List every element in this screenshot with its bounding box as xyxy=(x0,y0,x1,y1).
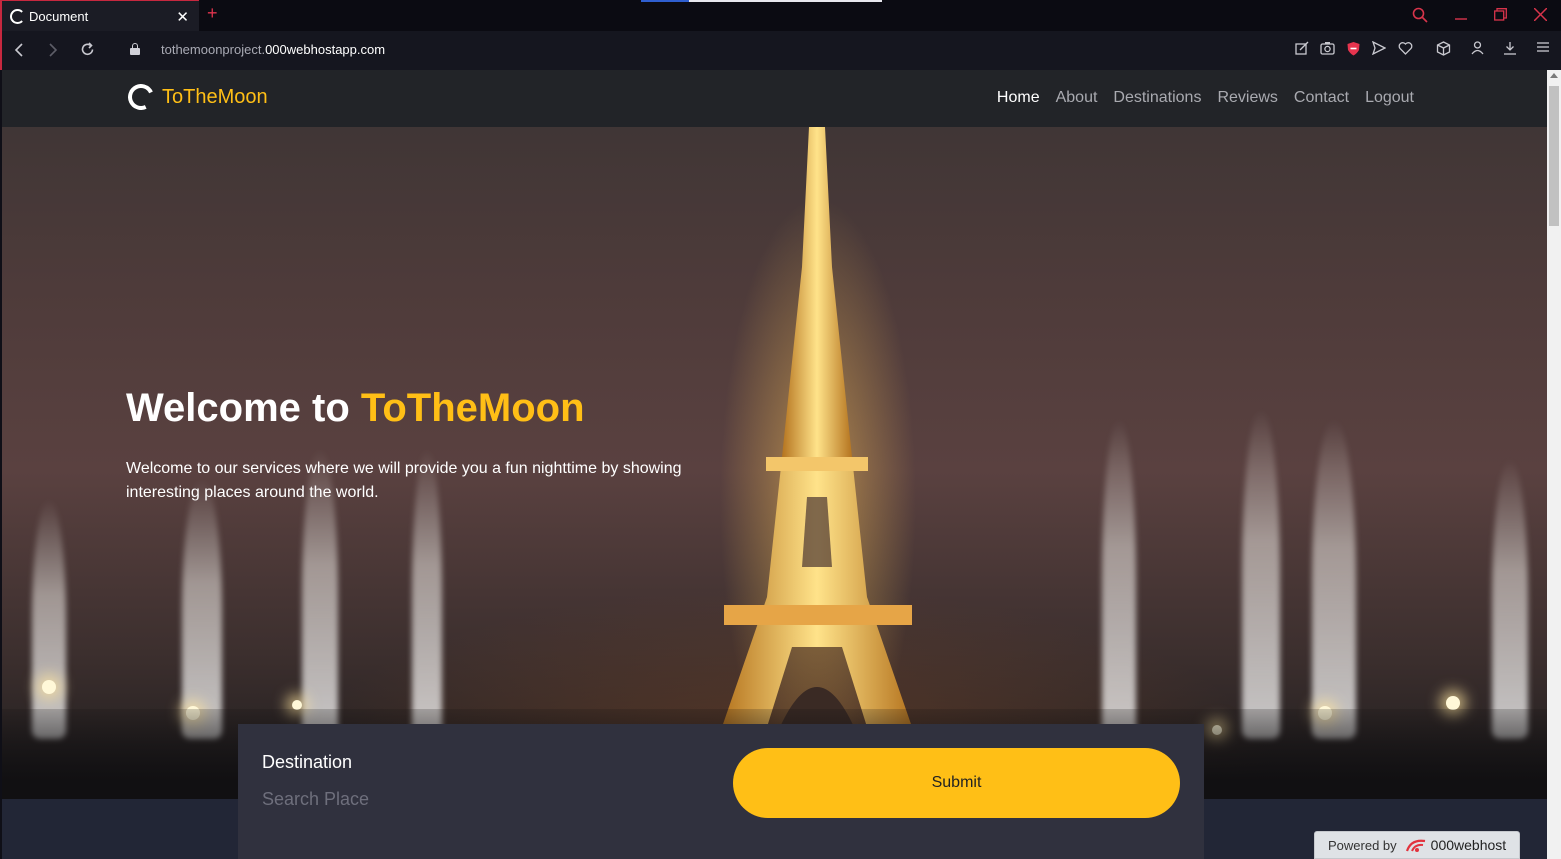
fountain-image xyxy=(1312,419,1356,739)
browser-tab[interactable]: Document ✕ xyxy=(0,0,199,31)
site-navbar: ToTheMoon Home About Destinations Review… xyxy=(2,70,1547,127)
cube-icon[interactable] xyxy=(1436,41,1451,56)
page-viewport: ToTheMoon Home About Destinations Review… xyxy=(2,70,1547,859)
back-icon[interactable] xyxy=(14,43,24,57)
tab-strip-indicator xyxy=(641,0,689,2)
fountain-image xyxy=(182,479,222,739)
fountain-image xyxy=(32,499,66,739)
menu-icon[interactable] xyxy=(1536,41,1550,53)
tab-close-icon[interactable]: ✕ xyxy=(176,8,189,26)
hero-title: Welcome to ToTheMoon xyxy=(126,386,585,431)
close-window-icon[interactable] xyxy=(1534,8,1547,21)
shield-icon[interactable] xyxy=(1346,41,1361,56)
url-field[interactable]: tothemoonproject.000webhostapp.com xyxy=(161,42,385,57)
heart-icon[interactable] xyxy=(1398,41,1413,55)
fountain-image xyxy=(1492,459,1528,739)
profile-icon[interactable] xyxy=(1471,41,1484,55)
lock-icon[interactable] xyxy=(130,43,140,55)
url-domain: 000webhostapp.com xyxy=(265,42,386,57)
brand-name: ToTheMoon xyxy=(162,85,268,108)
nav-link-reviews[interactable]: Reviews xyxy=(1217,89,1277,107)
edit-icon[interactable] xyxy=(1295,41,1309,55)
nav-link-logout[interactable]: Logout xyxy=(1365,89,1414,107)
restore-icon[interactable] xyxy=(1494,8,1507,21)
browser-tab-bar: Document ✕ + xyxy=(0,0,1561,31)
eiffel-tower-image xyxy=(722,127,912,727)
send-icon[interactable] xyxy=(1372,41,1386,55)
hero-section xyxy=(2,70,1547,799)
nav-link-contact[interactable]: Contact xyxy=(1294,89,1349,107)
page-scrollbar[interactable] xyxy=(1547,70,1561,859)
nav-link-home[interactable]: Home xyxy=(997,89,1040,107)
search-icon[interactable] xyxy=(1412,7,1428,23)
tab-strip-indicator xyxy=(689,0,882,2)
nav-links: Home About Destinations Reviews Contact … xyxy=(997,89,1414,107)
nav-link-destinations[interactable]: Destinations xyxy=(1113,89,1201,107)
webhost-logo-icon xyxy=(1405,839,1425,852)
destination-search-input[interactable] xyxy=(262,786,562,812)
hero-description: Welcome to our services where we will pr… xyxy=(126,460,682,501)
destination-label: Destination xyxy=(262,752,353,772)
fountain-image xyxy=(1242,409,1280,739)
scroll-up-icon[interactable] xyxy=(1550,73,1558,78)
site-favicon-icon xyxy=(10,8,25,24)
brand-logo-link[interactable]: ToTheMoon xyxy=(124,80,268,114)
badge-brand: 000webhost xyxy=(1430,837,1507,853)
new-tab-icon[interactable]: + xyxy=(207,3,218,24)
address-bar: tothemoonproject.000webhostapp.com xyxy=(0,31,1561,70)
forward-icon[interactable] xyxy=(48,43,58,57)
street-light xyxy=(1446,696,1460,710)
url-prefix: tothemoonproject. xyxy=(161,42,266,57)
minimize-icon[interactable] xyxy=(1455,9,1467,21)
tab-title: Document xyxy=(29,8,89,24)
hero-title-accent: ToTheMoon xyxy=(360,386,585,430)
destination-search-form: Destination Submit xyxy=(238,724,1204,859)
street-light xyxy=(42,680,56,694)
scrollbar-thumb[interactable] xyxy=(1549,86,1559,226)
powered-by-badge[interactable]: Powered by 000webhost xyxy=(1314,831,1520,859)
badge-prefix: Powered by xyxy=(1328,837,1397,853)
fountain-image xyxy=(1102,419,1136,739)
submit-button[interactable]: Submit xyxy=(733,748,1180,818)
camera-icon[interactable] xyxy=(1320,41,1335,55)
moon-icon xyxy=(124,80,158,114)
reload-icon[interactable] xyxy=(80,42,95,57)
download-icon[interactable] xyxy=(1503,41,1517,55)
hero-title-prefix: Welcome to xyxy=(126,386,350,430)
nav-link-about[interactable]: About xyxy=(1056,89,1098,107)
